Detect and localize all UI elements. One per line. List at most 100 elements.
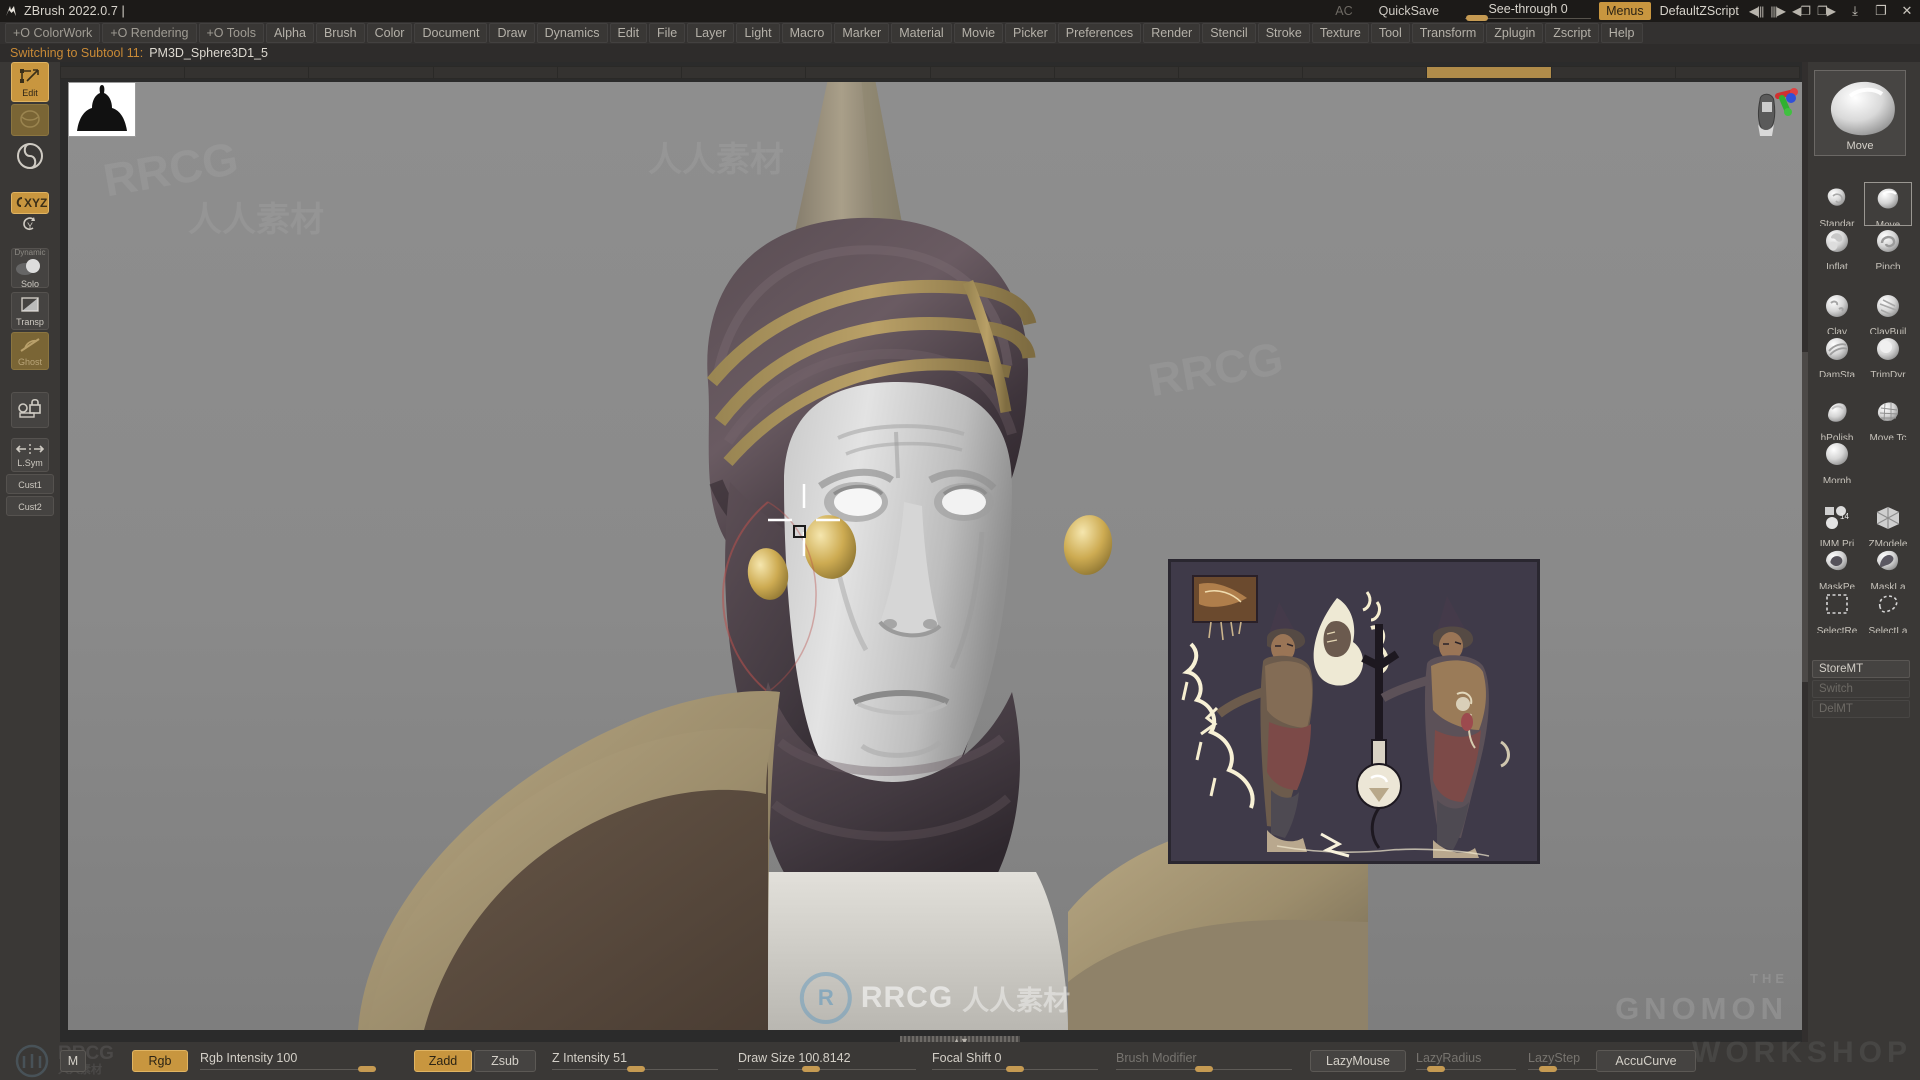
menu-item-texture[interactable]: Texture — [1311, 23, 1369, 43]
menu-item-file[interactable]: File — [649, 23, 686, 43]
y-rotate-button[interactable]: Y — [11, 214, 49, 236]
local-symmetry-button[interactable]: L.Sym — [11, 438, 49, 472]
menu-item-zplugin[interactable]: Zplugin — [1486, 23, 1544, 43]
brush-standar[interactable]: Standar — [1813, 182, 1861, 226]
sculpt-canvas[interactable]: RRCG 人人素材 人人素材 RRCG — [68, 82, 1802, 1030]
draw-pointer-button[interactable] — [11, 104, 49, 136]
edit-button[interactable]: Edit — [11, 62, 49, 102]
menu-item-alpha[interactable]: Alpha — [265, 23, 314, 43]
subtool-segment-12[interactable] — [1551, 67, 1675, 78]
menu-item-stencil[interactable]: Stencil — [1202, 23, 1256, 43]
close-icon[interactable]: ✕ — [1894, 3, 1920, 19]
previous-window-icon[interactable]: ◀❐ — [1792, 4, 1811, 18]
restore-icon[interactable]: ❐ — [1868, 3, 1894, 19]
brush-morph[interactable]: Morph — [1813, 439, 1861, 483]
auto-color-toggle[interactable]: AC — [1335, 4, 1352, 18]
menu-item-picker[interactable]: Picker — [1005, 23, 1056, 43]
accucurve-toggle[interactable]: AccuCurve — [1596, 1050, 1696, 1072]
right-rail-scrollbar[interactable] — [1802, 62, 1808, 1042]
brush-maskla[interactable]: MaskLa — [1864, 545, 1912, 589]
menu-item-marker[interactable]: Marker — [834, 23, 890, 43]
menu-item-macro[interactable]: Macro — [781, 23, 833, 43]
menu-item-light[interactable]: Light — [736, 23, 780, 43]
menu-item-help[interactable]: Help — [1600, 23, 1643, 43]
brush-modifier-knob[interactable] — [1195, 1066, 1213, 1072]
brush-modifier-slider[interactable]: Brush Modifier — [1116, 1050, 1292, 1072]
menu-item-layer[interactable]: Layer — [687, 23, 735, 43]
quicksave-button[interactable]: QuickSave — [1379, 4, 1439, 18]
menu-item-preferences[interactable]: Preferences — [1057, 23, 1142, 43]
brush-move-tc[interactable]: Move Tc — [1864, 396, 1912, 440]
current-brush-preview[interactable]: Move — [1814, 70, 1906, 156]
z-intensity-slider[interactable]: Z Intensity 51 — [552, 1050, 718, 1072]
subtool-segment-4[interactable] — [557, 67, 682, 78]
subtool-segment-11[interactable] — [1427, 67, 1551, 78]
transp-button[interactable]: Transp — [11, 292, 49, 330]
next-window-icon[interactable]: ❐▶ — [1817, 4, 1836, 18]
focal-shift-slider[interactable]: Focal Shift 0 — [932, 1050, 1098, 1072]
lazy-radius-slider[interactable]: LazyRadius — [1416, 1050, 1516, 1072]
menu-item-brush[interactable]: Brush — [315, 23, 365, 43]
zsub-toggle[interactable]: Zsub — [474, 1050, 536, 1072]
dynamic-solo-button[interactable]: Dynamic Solo — [11, 248, 49, 289]
subtool-segment-9[interactable] — [1178, 67, 1303, 78]
reference-concept-art[interactable] — [1168, 559, 1540, 864]
z-intensity-knob[interactable] — [627, 1066, 646, 1072]
menu-item-edit[interactable]: Edit — [609, 23, 648, 43]
menu-item-document[interactable]: Document — [414, 23, 488, 43]
subtool-segment-8[interactable] — [1054, 67, 1178, 78]
subtool-segment-bar[interactable] — [60, 66, 1800, 79]
switch-morph-target-button[interactable]: Switch — [1812, 680, 1910, 698]
see-through-slider[interactable]: See-through 0 — [1465, 0, 1592, 22]
menu-item-o-tools[interactable]: +O Tools — [198, 23, 264, 43]
rgb-intensity-knob[interactable] — [358, 1066, 376, 1072]
menus-button[interactable]: Menus — [1599, 2, 1651, 20]
subtool-segment-2[interactable] — [309, 67, 433, 78]
subtool-segment-10[interactable] — [1303, 67, 1427, 78]
brush-pinch[interactable]: Pinch — [1864, 225, 1912, 269]
menu-item-o-colorwork[interactable]: +O ColorWork — [5, 23, 101, 43]
brush-clay[interactable]: Clay — [1813, 290, 1861, 334]
subtool-segment-5[interactable] — [682, 67, 806, 78]
store-morph-target-button[interactable]: StoreMT — [1812, 660, 1910, 678]
subtool-segment-3[interactable] — [433, 67, 557, 78]
brush-trimdyr[interactable]: TrimDyr — [1864, 333, 1912, 377]
brush-selectla[interactable]: SelectLa — [1864, 589, 1912, 633]
cust2-button[interactable]: Cust2 — [6, 496, 54, 516]
xyz-button[interactable]: XYZ — [11, 192, 49, 214]
menu-item-render[interactable]: Render — [1143, 23, 1201, 43]
menu-item-stroke[interactable]: Stroke — [1257, 23, 1310, 43]
subtool-silhouette-thumbnail[interactable] — [68, 82, 136, 137]
subtool-segment-1[interactable] — [185, 67, 309, 78]
right-rail-scroll-thumb[interactable] — [1802, 352, 1808, 682]
menu-item-transform[interactable]: Transform — [1411, 23, 1485, 43]
menu-item-draw[interactable]: Draw — [489, 23, 535, 43]
scroll-right-icon[interactable]: |||▶ — [1770, 4, 1786, 18]
lazymouse-toggle[interactable]: LazyMouse — [1310, 1050, 1406, 1072]
menu-item-o-rendering[interactable]: +O Rendering — [102, 23, 197, 43]
brush-imm-pri[interactable]: 14 IMM Pri — [1813, 502, 1861, 546]
menu-item-color[interactable]: Color — [366, 23, 413, 43]
ghost-button[interactable]: Ghost — [11, 332, 49, 370]
minimize-icon[interactable]: ⤓ — [1842, 3, 1868, 19]
lazy-step-knob[interactable] — [1538, 1066, 1557, 1072]
brush-maskpe[interactable]: MaskPe — [1813, 545, 1861, 589]
brush-move[interactable]: Move — [1864, 182, 1912, 226]
menu-item-dynamics[interactable]: Dynamics — [536, 23, 608, 43]
zadd-toggle[interactable]: Zadd — [414, 1050, 472, 1072]
rgb-intensity-slider[interactable]: Rgb Intensity 100 — [200, 1050, 376, 1072]
subtool-segment-7[interactable] — [930, 67, 1054, 78]
brush-inflat[interactable]: Inflat — [1813, 225, 1861, 269]
brush-hpolish[interactable]: hPolish — [1813, 396, 1861, 440]
menu-item-zscript[interactable]: Zscript — [1545, 23, 1599, 43]
see-through-knob[interactable] — [1466, 15, 1489, 21]
scroll-left-icon[interactable]: ◀||| — [1749, 4, 1765, 18]
cust1-button[interactable]: Cust1 — [6, 474, 54, 494]
menu-item-movie[interactable]: Movie — [953, 23, 1004, 43]
rgb-toggle[interactable]: Rgb — [132, 1050, 188, 1072]
focal-shift-knob[interactable] — [1006, 1066, 1024, 1072]
material-toggle[interactable]: M — [60, 1050, 86, 1072]
brush-damsta[interactable]: DamSta — [1813, 333, 1861, 377]
brush-claybuil[interactable]: ClayBuil — [1864, 290, 1912, 334]
menu-item-material[interactable]: Material — [891, 23, 952, 43]
